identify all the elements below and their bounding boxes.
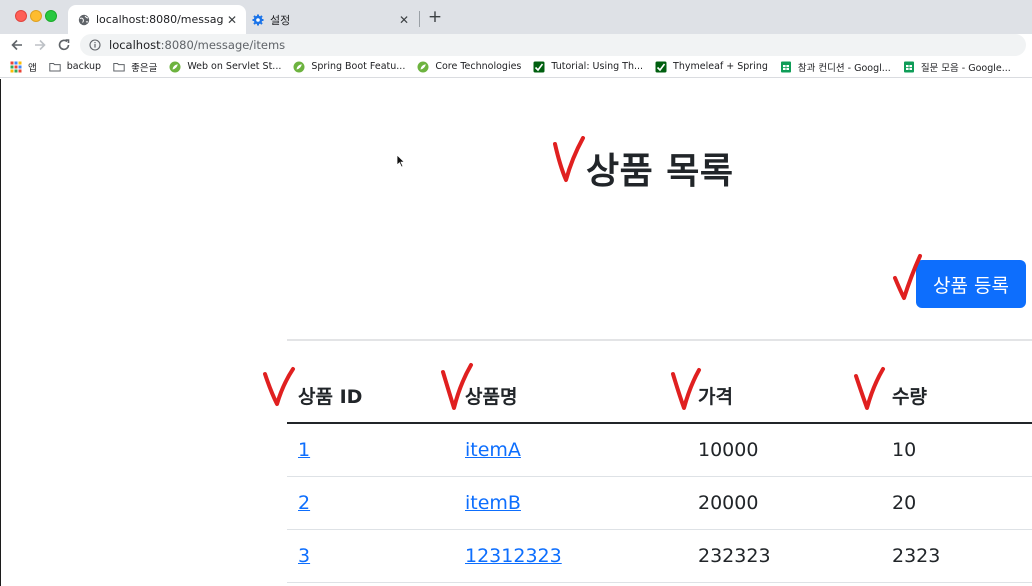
reload-button[interactable] xyxy=(55,36,73,54)
red-check-annotation-icon xyxy=(854,367,885,410)
red-check-annotation-icon xyxy=(893,254,922,300)
cell-quantity: 10 xyxy=(881,423,1032,477)
bookmark-apps[interactable]: 앱 xyxy=(10,60,37,74)
url-host: localhost xyxy=(109,38,161,52)
cell-quantity: 20 xyxy=(881,476,1032,530)
url-path: :8080/message/items xyxy=(160,38,286,52)
info-icon[interactable] xyxy=(89,39,101,51)
maximize-window-button[interactable] xyxy=(45,10,57,22)
cell-name: itemA xyxy=(454,423,687,477)
cell-price: 232323 xyxy=(687,529,881,583)
item-name-link[interactable]: itemB xyxy=(465,492,521,514)
table-row: 3 12312323 232323 2323 xyxy=(287,529,1032,583)
thymeleaf-icon xyxy=(655,61,667,72)
spring-leaf-icon xyxy=(293,61,305,72)
browser-toolbar: localhost:8080/message/items xyxy=(0,34,1032,56)
column-header-id: 상품 ID xyxy=(287,369,454,424)
tab-items[interactable]: localhost:8080/message/items ✕ xyxy=(68,5,246,34)
column-header-price: 가격 xyxy=(687,369,881,424)
thymeleaf-icon xyxy=(533,61,545,72)
spring-leaf-icon xyxy=(169,61,181,72)
new-tab-button[interactable]: + xyxy=(426,8,444,26)
red-check-annotation-icon xyxy=(263,367,295,406)
items-table: 상품 ID 상품명 가격 수량 1 itemA 10000 10 2 itemB… xyxy=(287,369,1032,583)
bookmark-spring-boot-features[interactable]: Spring Boot Featu... xyxy=(293,61,405,73)
bookmark-label: Web on Servlet St... xyxy=(187,61,282,72)
tab-close-button[interactable]: ✕ xyxy=(396,12,412,28)
back-button[interactable] xyxy=(8,36,26,54)
tab-strip: localhost:8080/message/items ✕ 설정 ✕ + xyxy=(0,0,1032,34)
red-check-annotation-icon xyxy=(671,368,701,410)
tab-title: localhost:8080/message/items xyxy=(96,13,224,26)
spring-leaf-icon xyxy=(417,61,429,72)
cell-id: 1 xyxy=(287,423,454,477)
item-id-link[interactable]: 1 xyxy=(298,439,310,461)
gear-icon xyxy=(252,14,264,25)
tab-settings[interactable]: 설정 ✕ xyxy=(246,5,418,34)
bookmark-thymeleaf-spring[interactable]: Thymeleaf + Spring xyxy=(655,61,768,73)
mouse-cursor-icon xyxy=(396,154,406,168)
cell-price: 10000 xyxy=(687,423,881,477)
forward-button[interactable] xyxy=(31,36,49,54)
bookmark-web-on-servlet[interactable]: Web on Servlet St... xyxy=(169,61,281,73)
bookmark-label: 앱 xyxy=(28,62,37,74)
arrow-right-icon xyxy=(35,39,46,51)
tab-title: 설정 xyxy=(270,13,291,27)
close-window-button[interactable] xyxy=(15,10,27,22)
minimize-window-button[interactable] xyxy=(30,10,42,22)
apps-grid-icon xyxy=(10,61,22,72)
bookmark-label: 참과 컨디션 - Googl... xyxy=(797,62,891,74)
window-edge xyxy=(0,79,1,586)
browser-window: localhost:8080/message/items ✕ 설정 ✕ + xyxy=(0,0,1032,586)
cell-name: 12312323 xyxy=(454,529,687,583)
item-id-link[interactable]: 2 xyxy=(298,492,310,514)
bookmark-label: Spring Boot Featu... xyxy=(311,61,406,72)
divider xyxy=(287,339,1032,341)
google-sheets-icon xyxy=(903,61,914,72)
table-header-row: 상품 ID 상품명 가격 수량 xyxy=(287,369,1032,424)
item-name-link[interactable]: 12312323 xyxy=(465,545,562,567)
bookmark-label: Tutorial: Using Th... xyxy=(551,61,644,72)
column-header-name: 상품명 xyxy=(454,369,687,424)
reload-icon xyxy=(58,39,70,51)
add-item-button[interactable]: 상품 등록 xyxy=(916,260,1026,308)
bookmark-label: backup xyxy=(66,61,102,72)
bookmark-label: 좋은글 xyxy=(131,62,158,74)
bookmark-tutorial-thymeleaf[interactable]: Tutorial: Using Th... xyxy=(533,61,643,73)
column-header-quantity: 수량 xyxy=(881,369,1032,424)
bookmark-label: Core Technologies xyxy=(435,61,522,72)
folder-icon xyxy=(49,62,61,71)
tab-separator xyxy=(419,11,420,27)
item-id-link[interactable]: 3 xyxy=(298,545,310,567)
google-sheets-icon xyxy=(780,61,791,72)
page-title: 상품 목록 xyxy=(586,151,734,192)
red-check-annotation-icon xyxy=(553,136,585,182)
bookmark-label: 질문 모음 - Google... xyxy=(920,62,1011,74)
red-check-annotation-icon xyxy=(441,363,473,410)
item-name-link[interactable]: itemA xyxy=(465,439,521,461)
folder-icon xyxy=(113,62,125,71)
globe-icon xyxy=(78,14,90,25)
bookmark-folder-good-writing[interactable]: 좋은글 xyxy=(113,60,157,74)
cell-quantity: 2323 xyxy=(881,529,1032,583)
bookmarks-bar: 앱 backup 좋은글 Web on Servlet St... Spring… xyxy=(0,56,1032,78)
cell-id: 3 xyxy=(287,529,454,583)
table-row: 1 itemA 10000 10 xyxy=(287,423,1032,477)
bookmark-core-technologies[interactable]: Core Technologies xyxy=(417,61,521,73)
bookmark-label: Thymeleaf + Spring xyxy=(673,61,768,72)
arrow-left-icon xyxy=(11,39,22,51)
cell-name: itemB xyxy=(454,476,687,530)
cell-price: 20000 xyxy=(687,476,881,530)
bookmark-sheet-condition[interactable]: 참과 컨디션 - Googl... xyxy=(780,60,891,74)
cell-id: 2 xyxy=(287,476,454,530)
address-bar[interactable]: localhost:8080/message/items xyxy=(80,34,1026,56)
table-row: 2 itemB 20000 20 xyxy=(287,476,1032,530)
bookmark-folder-backup[interactable]: backup xyxy=(49,61,101,73)
page-content: 상품 목록 상품 등록 상품 ID 상품명 가격 수량 1 itemA 1000… xyxy=(0,79,1032,586)
tab-close-button[interactable]: ✕ xyxy=(224,12,240,28)
bookmark-sheet-questions[interactable]: 질문 모음 - Google... xyxy=(903,60,1011,74)
